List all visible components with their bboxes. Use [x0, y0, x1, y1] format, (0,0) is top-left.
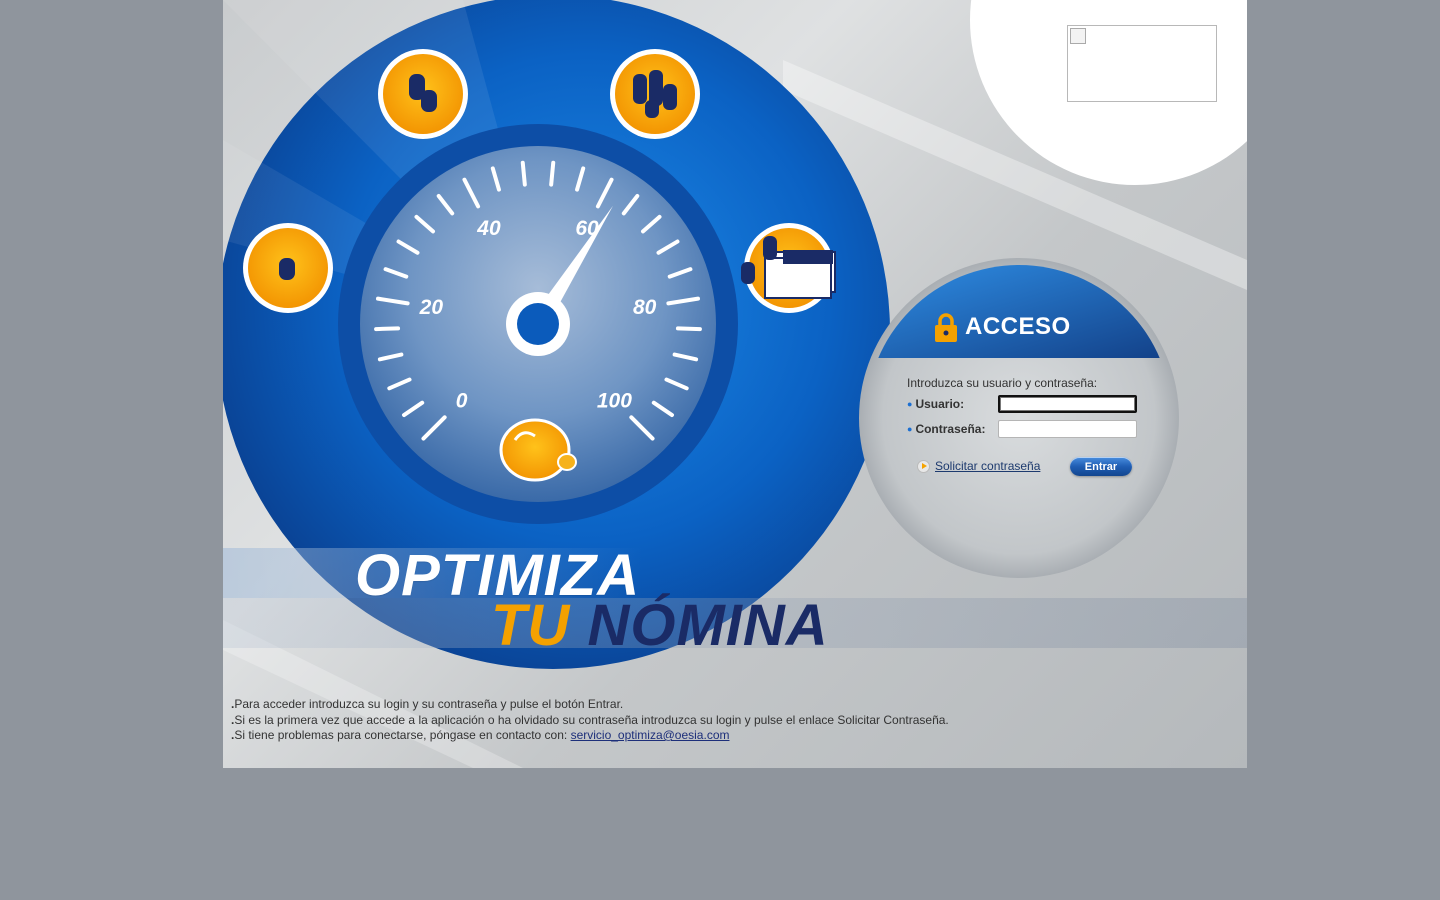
slogan-tu: TU	[491, 593, 571, 658]
gauge-label: 40	[476, 217, 501, 240]
login-intro: Introduzca su usuario y contraseña:	[907, 376, 1098, 390]
password-label: ● Contraseña:	[907, 422, 986, 436]
request-password-link[interactable]: Solicitar contraseña	[917, 459, 1040, 473]
help-notes: .Para acceder introduzca su login y su c…	[231, 697, 949, 744]
contact-email-link[interactable]: servicio_optimiza@oesia.com	[571, 728, 730, 742]
login-page: 0 20 40 60 80 100 ACCESO Introduzca su u…	[223, 0, 1247, 768]
note-1: .Para acceder introduzca su login y su c…	[231, 697, 624, 711]
lock-icon	[935, 313, 957, 342]
coins-icon	[378, 49, 468, 139]
slogan-line-2: TU NÓMINA	[491, 592, 829, 659]
gauge-tick	[520, 160, 527, 187]
gauge-label: 80	[633, 296, 657, 319]
broken-image-icon	[1070, 28, 1086, 44]
gauge-label: 100	[597, 389, 632, 412]
gauge-tick	[374, 326, 401, 332]
note-3: .Si tiene problemas para conectarse, pón…	[231, 728, 730, 742]
slogan-nomina: NÓMINA	[587, 593, 829, 658]
user-input[interactable]	[998, 395, 1137, 413]
gauge-label: 0	[456, 389, 468, 412]
password-input[interactable]	[998, 420, 1137, 438]
enter-button[interactable]: Entrar	[1070, 457, 1132, 476]
user-label: ● Usuario:	[907, 397, 965, 411]
gauge-tick	[675, 326, 702, 332]
coins-icon	[610, 49, 700, 139]
arrow-icon	[917, 459, 930, 473]
brand-logo	[1067, 25, 1217, 102]
gauge-tick	[549, 160, 556, 187]
note-2: .Si es la primera vez que accede a la ap…	[231, 712, 949, 727]
access-title: ACCESO	[965, 313, 1071, 340]
coins-icon	[243, 223, 333, 313]
gauge-label: 20	[419, 296, 444, 319]
